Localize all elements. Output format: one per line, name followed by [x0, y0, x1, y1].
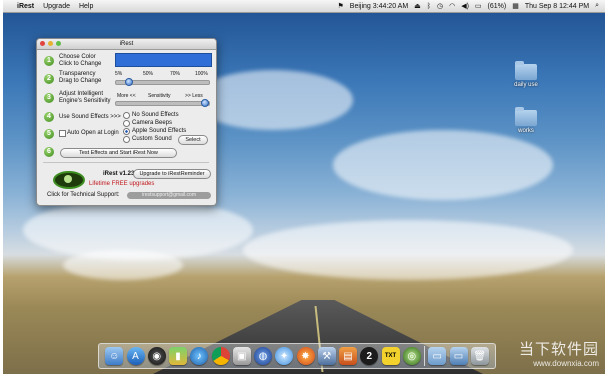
irest-icon[interactable]: ◎: [402, 347, 421, 365]
txt-icon[interactable]: TXT: [381, 347, 400, 365]
watermark-title: 当下软件园: [518, 340, 599, 358]
minimize-button[interactable]: [48, 41, 53, 46]
flag-icon-us[interactable]: ▦: [512, 2, 519, 10]
appstore-icon[interactable]: A: [126, 347, 145, 365]
sensitivity-label: Sensitivity: [148, 93, 171, 99]
desktop-folder-works[interactable]: works: [506, 107, 546, 134]
radio-camera-beeps[interactable]: [123, 120, 130, 127]
step-5-label: Auto Open at Login: [67, 130, 119, 136]
step-4-badge: 4: [44, 112, 54, 122]
2-icon[interactable]: 2: [360, 347, 379, 365]
cloud: [193, 70, 353, 130]
cloud: [243, 220, 573, 280]
firefox-icon[interactable]: ✸: [296, 347, 315, 365]
network-icon[interactable]: ◍: [254, 347, 272, 365]
radio-custom-sound[interactable]: [123, 136, 130, 143]
radio-no-sound[interactable]: [123, 112, 130, 119]
finder-icon[interactable]: ☺: [105, 347, 124, 365]
folder-icon: [515, 107, 537, 126]
photos-icon[interactable]: ▤: [339, 347, 357, 365]
eject-icon[interactable]: ⏏: [414, 2, 421, 10]
world-clock[interactable]: Beijing 3:44:20 AM: [350, 3, 408, 10]
finder2-icon[interactable]: ▭: [449, 347, 468, 365]
flag-icon[interactable]: ⚑: [338, 2, 344, 10]
irest-logo-icon: [53, 171, 85, 189]
dock-separator: [424, 346, 425, 366]
xcode-icon[interactable]: ⚒: [317, 347, 336, 365]
launchpad-icon[interactable]: ▮: [169, 347, 187, 365]
transparency-tick: 100%: [195, 71, 208, 77]
battery-icon[interactable]: ▭: [475, 2, 482, 10]
datetime[interactable]: Thu Sep 8 12:44 PM: [525, 3, 589, 10]
window-title: iRest: [119, 41, 134, 47]
radio-label: Apple Sound Effects: [132, 128, 187, 134]
battery-percent: (61%): [487, 2, 507, 10]
radio-label: Camera Beeps: [132, 120, 173, 126]
select-sound-button[interactable]: Select: [178, 135, 208, 145]
safari-icon[interactable]: ✦: [275, 347, 294, 365]
sensitivity-more: More <<: [117, 93, 136, 99]
radio-label: No Sound Effects: [132, 112, 179, 118]
upgrade-button[interactable]: Upgrade to iRestReminder: [133, 169, 211, 179]
itunes-icon[interactable]: ♪: [190, 347, 209, 365]
spotlight-icon[interactable]: ⌕: [595, 2, 599, 10]
step-3-label: Adjust Intelligent Engine's Sensitivity: [59, 91, 111, 104]
desktop-folder-daily-use[interactable]: daily use: [506, 61, 546, 88]
transparency-tick: 50%: [143, 71, 154, 77]
step-4-label: Use Sound Effects >>>: [59, 114, 121, 120]
trash-icon[interactable]: 🗑: [470, 347, 489, 365]
radio-label: Custom Sound: [132, 136, 172, 142]
volume-icon[interactable]: ◀): [461, 2, 469, 10]
desktop-icon-label: daily use: [514, 82, 538, 88]
sensitivity-slider[interactable]: [115, 101, 210, 106]
menu-upgrade[interactable]: Upgrade: [43, 3, 70, 10]
time-machine-icon[interactable]: ◷: [437, 2, 443, 10]
support-label: Click for Technical Support:: [47, 192, 120, 198]
zoom-button[interactable]: [56, 41, 61, 46]
desktop: iRest Upgrade Help ⚑ Beijing 3:44:20 AM …: [3, 0, 605, 374]
step-6-badge: 6: [44, 147, 54, 157]
step-2-badge: 2: [44, 74, 54, 84]
sensitivity-less: >> Less: [185, 93, 203, 99]
window-titlebar[interactable]: iRest: [37, 39, 216, 50]
wifi-icon[interactable]: ◠: [449, 2, 455, 10]
dock: ☺ A ◉ ▮ ♪ ▣ ◍ ✦ ✸ ⚒ ▤ 2 TXT ◎ ▭ ▭ 🗑: [98, 343, 496, 369]
lifetime-text: Lifetime FREE upgrades: [89, 181, 155, 187]
sensitivity-slider-knob[interactable]: [201, 99, 209, 107]
app-version: iRest v1.23: [103, 171, 135, 177]
preview-icon[interactable]: ▣: [232, 347, 251, 365]
step-1-label: Choose Color Click to Change: [59, 54, 102, 67]
dashboard-icon[interactable]: ◉: [147, 347, 166, 365]
folder-icon[interactable]: ▭: [428, 347, 447, 365]
bluetooth-icon[interactable]: ᛒ: [427, 3, 431, 10]
menu-app-name[interactable]: iRest: [17, 3, 34, 10]
cloud: [63, 250, 183, 280]
irest-window: iRest 1 Choose Color Click to Change 2 T…: [36, 38, 217, 206]
watermark: 当下软件园 www.downxia.com: [519, 338, 599, 368]
step-5-badge: 5: [44, 129, 54, 139]
step-1-badge: 1: [44, 56, 54, 66]
test-effects-button[interactable]: Test Effects and Start iRest Now: [60, 148, 177, 158]
divider: [43, 162, 209, 163]
step-3-badge: 3: [44, 93, 54, 103]
menu-help[interactable]: Help: [79, 3, 93, 10]
radio-apple-sound[interactable]: [123, 128, 130, 135]
auto-open-checkbox[interactable]: [59, 130, 66, 137]
cloud: [333, 130, 553, 200]
color-swatch[interactable]: [115, 53, 212, 67]
menu-bar: iRest Upgrade Help ⚑ Beijing 3:44:20 AM …: [3, 0, 605, 13]
transparency-tick: 5%: [115, 71, 123, 77]
transparency-tick: 70%: [170, 71, 181, 77]
desktop-icon-label: works: [518, 128, 534, 134]
support-email-link[interactable]: irestsupport@gmail.com: [127, 192, 211, 199]
close-button[interactable]: [40, 41, 45, 46]
chrome-icon[interactable]: [211, 347, 230, 365]
step-2-label: Transparency Drag to Change: [59, 71, 102, 84]
folder-icon: [515, 61, 537, 80]
watermark-url: www.downxia.com: [533, 359, 599, 368]
